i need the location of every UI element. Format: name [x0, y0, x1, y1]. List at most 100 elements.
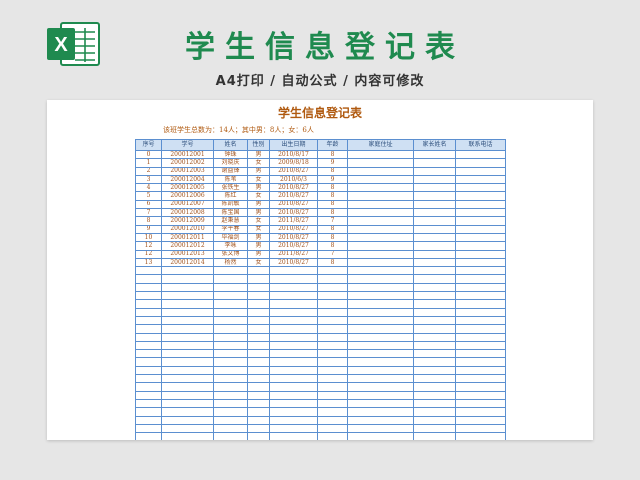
table-cell[interactable] [347, 174, 414, 185]
table-cell[interactable] [347, 407, 414, 417]
table-cell[interactable]: 男 [247, 208, 270, 218]
table-cell[interactable] [161, 382, 214, 392]
table-cell[interactable] [413, 299, 456, 309]
table-cell[interactable] [347, 332, 414, 342]
table-cell[interactable]: 8 [317, 232, 348, 243]
table-cell[interactable]: 200012014 [161, 257, 214, 268]
table-cell[interactable] [455, 398, 506, 409]
table-cell[interactable] [347, 432, 414, 440]
table-cell[interactable] [317, 432, 348, 440]
table-cell[interactable] [347, 216, 414, 226]
table-cell[interactable] [413, 249, 456, 259]
table-cell[interactable] [135, 382, 162, 392]
table-cell[interactable]: 0 [135, 149, 162, 160]
table-cell[interactable] [213, 266, 248, 276]
table-cell[interactable] [455, 423, 506, 434]
table-cell[interactable] [347, 307, 414, 317]
table-cell[interactable] [347, 291, 414, 301]
table-cell[interactable] [161, 291, 214, 301]
table-cell[interactable]: 赵秉慧 [213, 216, 248, 226]
table-cell[interactable] [247, 423, 270, 434]
table-cell[interactable] [161, 299, 214, 309]
table-cell[interactable] [161, 373, 214, 384]
table-cell[interactable] [161, 423, 214, 434]
table-cell[interactable] [317, 291, 348, 301]
table-cell[interactable] [455, 382, 506, 392]
table-cell[interactable] [347, 266, 414, 276]
table-cell[interactable] [213, 373, 248, 384]
table-cell[interactable]: 2010/8/27 [269, 166, 318, 176]
table-cell[interactable]: 2010/8/17 [269, 149, 318, 160]
table-cell[interactable] [413, 199, 456, 210]
table-cell[interactable] [161, 332, 214, 342]
table-cell[interactable] [413, 241, 456, 251]
table-cell[interactable] [347, 365, 414, 376]
table-cell[interactable]: 男 [247, 249, 270, 259]
table-cell[interactable] [135, 274, 162, 284]
table-cell[interactable]: 12 [135, 249, 162, 259]
table-cell[interactable] [455, 315, 506, 326]
table-cell[interactable] [247, 274, 270, 284]
table-cell[interactable]: 200012005 [161, 183, 214, 193]
table-cell[interactable]: 8 [317, 183, 348, 193]
table-cell[interactable] [247, 307, 270, 317]
table-cell[interactable] [347, 166, 414, 176]
table-cell[interactable]: 200012008 [161, 208, 214, 218]
table-cell[interactable] [413, 349, 456, 359]
table-cell[interactable]: 8 [317, 257, 348, 268]
table-cell[interactable]: 200012012 [161, 241, 214, 251]
table-cell[interactable] [135, 315, 162, 326]
table-cell[interactable] [317, 266, 348, 276]
table-cell[interactable] [317, 299, 348, 309]
table-cell[interactable]: 1 [135, 158, 162, 168]
table-cell[interactable] [317, 382, 348, 392]
table-cell[interactable]: 200012001 [161, 149, 214, 160]
table-cell[interactable] [413, 257, 456, 268]
table-cell[interactable] [269, 373, 318, 384]
table-cell[interactable] [413, 315, 456, 326]
table-cell[interactable] [347, 158, 414, 168]
table-cell[interactable] [247, 357, 270, 367]
table-cell[interactable] [347, 183, 414, 193]
table-cell[interactable] [455, 282, 506, 293]
table-cell[interactable] [455, 365, 506, 376]
table-cell[interactable]: 12 [135, 241, 162, 251]
table-cell[interactable] [455, 224, 506, 234]
table-cell[interactable] [347, 415, 414, 425]
table-cell[interactable] [213, 382, 248, 392]
table-cell[interactable] [413, 149, 456, 160]
table-cell[interactable] [213, 307, 248, 317]
table-cell[interactable] [413, 208, 456, 218]
table-cell[interactable] [135, 407, 162, 417]
table-cell[interactable]: 200012002 [161, 158, 214, 168]
table-cell[interactable] [135, 282, 162, 293]
table-cell[interactable]: 2010/8/27 [269, 208, 318, 218]
table-cell[interactable]: 200012011 [161, 232, 214, 243]
table-cell[interactable] [413, 423, 456, 434]
table-cell[interactable] [347, 398, 414, 409]
table-cell[interactable]: 李咏 [213, 241, 248, 251]
table-cell[interactable] [247, 324, 270, 334]
table-cell[interactable] [317, 349, 348, 359]
table-cell[interactable] [135, 390, 162, 400]
table-cell[interactable]: 女 [247, 158, 270, 168]
table-cell[interactable]: 女 [247, 174, 270, 185]
table-cell[interactable] [247, 373, 270, 384]
table-cell[interactable]: 8 [317, 191, 348, 201]
table-cell[interactable] [347, 149, 414, 160]
table-cell[interactable]: 8 [317, 208, 348, 218]
table-cell[interactable]: 张文博 [213, 249, 248, 259]
table-cell[interactable] [247, 407, 270, 417]
table-cell[interactable] [413, 216, 456, 226]
table-cell[interactable] [413, 324, 456, 334]
table-cell[interactable] [213, 332, 248, 342]
table-cell[interactable] [455, 274, 506, 284]
table-cell[interactable]: 男 [247, 183, 270, 193]
table-cell[interactable] [135, 266, 162, 276]
table-cell[interactable] [135, 324, 162, 334]
table-cell[interactable]: 10 [135, 232, 162, 243]
table-cell[interactable]: 男 [247, 232, 270, 243]
table-cell[interactable] [455, 390, 506, 400]
table-cell[interactable] [269, 365, 318, 376]
table-cell[interactable] [161, 274, 214, 284]
